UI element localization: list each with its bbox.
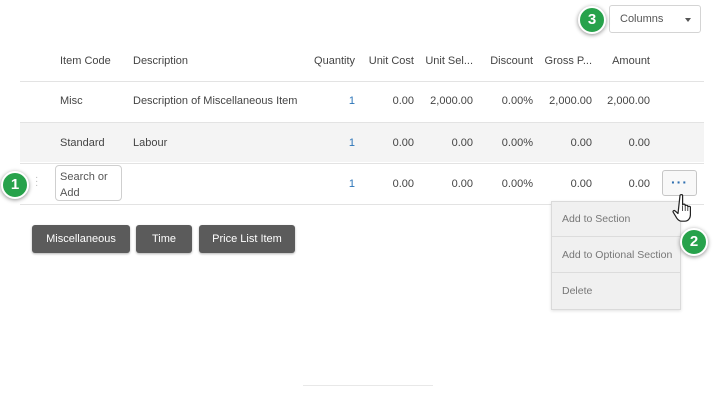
miscellaneous-button[interactable]: Miscellaneous: [32, 225, 130, 253]
gross-profit-cell[interactable]: 0.00: [540, 137, 592, 149]
header-item-code[interactable]: Item Code: [60, 55, 111, 67]
callout-badge-1: 1: [1, 171, 29, 199]
amount-cell[interactable]: 0.00: [600, 137, 650, 149]
row-options-menu: Add to Section Add to Optional Section D…: [551, 201, 681, 310]
gross-profit-cell[interactable]: 2,000.00: [540, 95, 592, 107]
item-code-cell[interactable]: Misc: [60, 95, 83, 107]
header-amount[interactable]: Amount: [600, 55, 650, 67]
unit-sell-cell[interactable]: 0.00: [420, 137, 473, 149]
discount-cell[interactable]: 0.00%: [480, 178, 533, 190]
columns-select-label: Columns: [620, 13, 664, 25]
unit-sell-cell[interactable]: 0.00: [420, 178, 473, 190]
divider: [303, 385, 433, 386]
discount-cell[interactable]: 0.00%: [480, 95, 533, 107]
header-gross-profit[interactable]: Gross P...: [540, 55, 592, 67]
divider: [20, 163, 704, 164]
item-code-cell[interactable]: Standard: [60, 137, 105, 149]
price-list-item-button[interactable]: Price List Item: [199, 225, 295, 253]
description-cell[interactable]: Description of Miscellaneous Item: [133, 95, 297, 107]
callout-badge-2: 2: [680, 228, 708, 256]
search-add-input[interactable]: Search or Add: [55, 165, 122, 201]
header-quantity[interactable]: Quantity: [300, 55, 355, 67]
hand-cursor-icon: [672, 194, 691, 222]
description-cell[interactable]: Labour: [133, 137, 167, 149]
menu-item-add-to-optional-section[interactable]: Add to Optional Section: [552, 238, 680, 273]
divider: [20, 81, 704, 82]
discount-cell[interactable]: 0.00%: [480, 137, 533, 149]
unit-sell-cell[interactable]: 2,000.00: [420, 95, 473, 107]
columns-select[interactable]: Columns: [609, 5, 701, 33]
amount-cell[interactable]: 0.00: [600, 178, 650, 190]
quantity-cell[interactable]: 1: [300, 95, 355, 107]
unit-cost-cell[interactable]: 0.00: [360, 178, 414, 190]
gross-profit-cell[interactable]: 0.00: [540, 178, 592, 190]
caret-down-icon: [685, 18, 691, 22]
callout-badge-3: 3: [578, 6, 606, 34]
menu-item-add-to-section[interactable]: Add to Section: [552, 202, 680, 237]
unit-cost-cell[interactable]: 0.00: [360, 95, 414, 107]
header-discount[interactable]: Discount: [480, 55, 533, 67]
header-unit-sell[interactable]: Unit Sel...: [420, 55, 473, 67]
divider: [20, 122, 704, 123]
header-description[interactable]: Description: [133, 55, 188, 67]
quantity-cell[interactable]: 1: [300, 137, 355, 149]
quantity-cell[interactable]: 1: [300, 178, 355, 190]
time-button[interactable]: Time: [136, 225, 192, 253]
menu-item-delete[interactable]: Delete: [552, 274, 680, 309]
amount-cell[interactable]: 2,000.00: [600, 95, 650, 107]
header-unit-cost[interactable]: Unit Cost: [360, 55, 414, 67]
drag-handle-icon[interactable]: · · ·: [35, 173, 39, 191]
unit-cost-cell[interactable]: 0.00: [360, 137, 414, 149]
